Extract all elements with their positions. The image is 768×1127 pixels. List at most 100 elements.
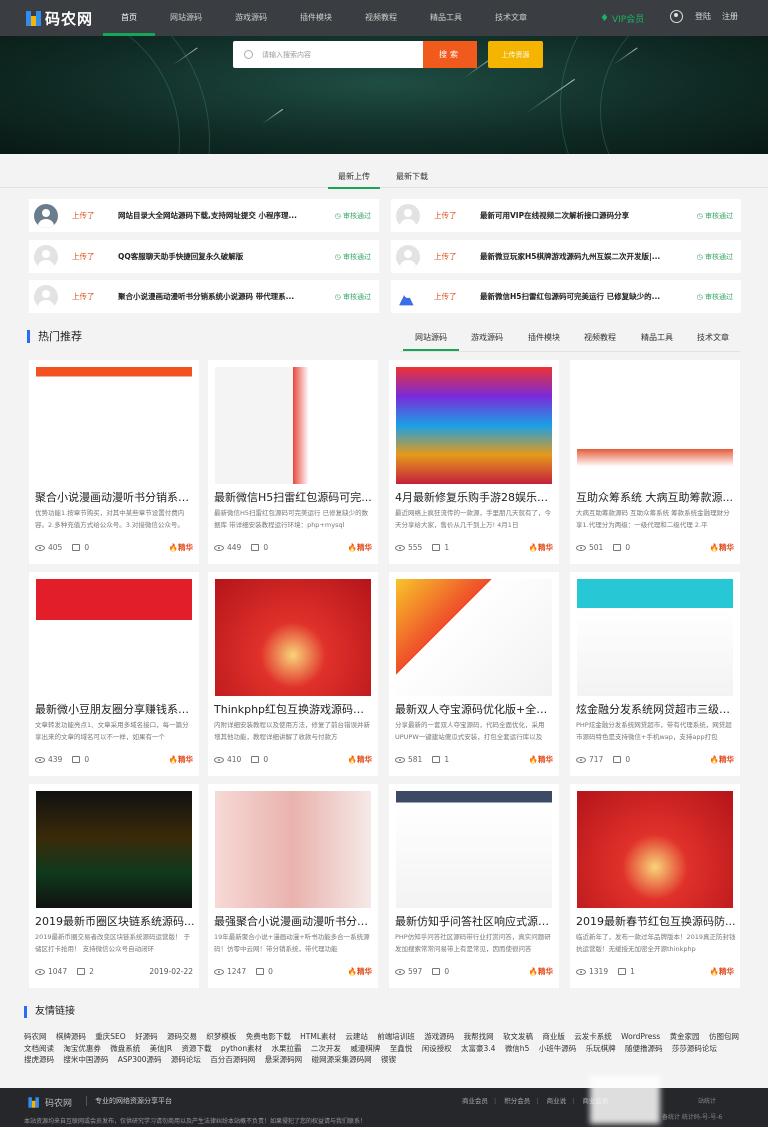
friend-link[interactable]: 软文发稿: [503, 1032, 533, 1041]
resource-card[interactable]: 互助众筹系统 大病互助筹款源... 大病互助筹款源码 互助众筹系统 筹款系统金融…: [570, 360, 740, 564]
friend-link[interactable]: 碰网源采集源码网: [312, 1055, 372, 1064]
nav-game-source[interactable]: 游戏源码: [235, 0, 267, 36]
resource-card[interactable]: 4月最新修复乐购手游28娱乐源... 最近网络上疯狂流传的一款源，手里朋几天就有…: [389, 360, 559, 564]
resource-card[interactable]: 最新微信H5扫雷红包源码可完... 最新微信H5扫雷红包源码可完美运行 已修复缺…: [208, 360, 378, 564]
friend-link[interactable]: 云发卡系统: [574, 1032, 612, 1041]
upload-item[interactable]: ▲ 上传了 最新微信H5扫雷红包源码可完美运行 已修复缺少的... ◷ 审核通过: [391, 280, 741, 313]
resource-card[interactable]: 最新微小豆朋友圈分享赚钱系统... 文章转发功能亮点1、文章采用多域名接口，每一…: [29, 572, 199, 776]
nav-plugins[interactable]: 插件模块: [300, 0, 332, 36]
resource-card[interactable]: 最新仿知乎问答社区响应式源码... PHP仿知乎问答社区源码带行业打赏问答，真实…: [389, 784, 559, 988]
card-title[interactable]: 最新仿知乎问答社区响应式源码...: [395, 913, 555, 929]
resource-card[interactable]: 聚合小说漫画动漫听书分销系统... 优势功能1.按章节购买，对其中某些章节设置付…: [29, 360, 199, 564]
card-thumbnail[interactable]: [396, 367, 552, 484]
friend-link[interactable]: 二次开发: [311, 1044, 341, 1053]
site-logo[interactable]: 码农网: [26, 8, 104, 29]
friend-link[interactable]: 资源下载: [182, 1044, 212, 1053]
tab-videos[interactable]: 视频教程: [584, 332, 616, 349]
friend-link[interactable]: 云建站: [345, 1032, 368, 1041]
friend-link[interactable]: 文档阅读: [24, 1044, 54, 1053]
tab-latest-upload[interactable]: 最新上传: [328, 166, 380, 189]
friend-link[interactable]: 游戏源码: [424, 1032, 454, 1041]
card-thumbnail[interactable]: [215, 367, 371, 484]
tab-plugins[interactable]: 插件模块: [528, 332, 560, 349]
upload-item[interactable]: 上传了 QQ客服聊天助手快捷回复永久破解版 ◷ 审核通过: [29, 240, 379, 273]
footer-link[interactable]: 商业会员: [462, 1097, 488, 1105]
friend-link[interactable]: 源码交易: [167, 1032, 197, 1041]
card-title[interactable]: 2019最新币圈区块链系统源码...: [35, 913, 195, 929]
friend-link[interactable]: 微盘系统: [110, 1044, 140, 1053]
friend-link[interactable]: 微信h5: [505, 1044, 530, 1053]
resource-card[interactable]: 最强聚合小说漫画动漫听书分销... 19年最新聚合小说+漫画动漫+听书功能多合一…: [208, 784, 378, 988]
upload-item[interactable]: 上传了 最新可用VIP在线视频二次解析接口源码分享 ◷ 审核通过: [391, 199, 741, 232]
tab-latest-download[interactable]: 最新下载: [396, 166, 428, 188]
upload-title[interactable]: 最新可用VIP在线视频二次解析接口源码分享: [480, 210, 680, 221]
card-thumbnail[interactable]: [36, 579, 192, 696]
upload-title[interactable]: 最新微信H5扫雷红包源码可完美运行 已修复缺少的...: [480, 291, 680, 302]
friend-link[interactable]: 好源码: [135, 1032, 158, 1041]
nav-tools[interactable]: 精品工具: [430, 0, 462, 36]
friend-link[interactable]: 小班牛源码: [539, 1044, 577, 1053]
footer-link[interactable]: 商业说: [547, 1097, 567, 1105]
card-title[interactable]: 炫金融分发系统网贷超市三级分...: [576, 701, 736, 717]
card-thumbnail[interactable]: [36, 367, 192, 484]
card-title[interactable]: 最新双人夺宝源码优化版+全套...: [395, 701, 555, 717]
friend-link[interactable]: ASP300源码: [118, 1055, 162, 1064]
resource-card[interactable]: 炫金融分发系统网贷超市三级分... PHP炫金融分发系统网贷超市，带有代理系统，…: [570, 572, 740, 776]
friend-link[interactable]: 黄金家园: [670, 1032, 700, 1041]
search-button[interactable]: 搜索: [423, 41, 477, 68]
upload-title[interactable]: QQ客服聊天助手快捷回复永久破解版: [118, 251, 318, 262]
resource-card[interactable]: 最新双人夺宝源码优化版+全套... 分享最新的一套双人夺宝源码，代码全面优化，采…: [389, 572, 559, 776]
friend-link[interactable]: 码农网: [24, 1032, 47, 1041]
card-title[interactable]: Thinkphp红包互换游戏源码免...: [214, 701, 374, 717]
friend-link[interactable]: 源码论坛: [171, 1055, 201, 1064]
nav-articles[interactable]: 技术文章: [495, 0, 527, 36]
friend-link[interactable]: 威漫棋牌: [350, 1044, 380, 1053]
resource-card[interactable]: 2019最新币圈区块链系统源码... 2019最新币圈交易者改变区块链系统源码运…: [29, 784, 199, 988]
friend-link[interactable]: 闲设授权: [422, 1044, 452, 1053]
tab-articles[interactable]: 技术文章: [697, 332, 729, 349]
friend-link[interactable]: 搜米中国源码: [63, 1055, 108, 1064]
card-thumbnail[interactable]: [36, 791, 192, 908]
upload-title[interactable]: 网站目录大全网站源码下载,支持网址提交 小程序理...: [118, 210, 318, 221]
upload-item[interactable]: 上传了 网站目录大全网站源码下载,支持网址提交 小程序理... ◷ 审核通过: [29, 199, 379, 232]
friend-link[interactable]: 棋牌源码: [56, 1032, 86, 1041]
footer-logo[interactable]: 码农网: [26, 1095, 72, 1110]
friend-link[interactable]: 水果拉霸: [272, 1044, 302, 1053]
friend-link[interactable]: 搜虎源码: [24, 1055, 54, 1064]
upload-title[interactable]: 最新微豆玩家H5棋牌游戏源码九州互娱二次开发版|...: [480, 251, 680, 262]
friend-link[interactable]: 淘宝优惠券: [63, 1044, 101, 1053]
nav-website-source[interactable]: 网站源码: [170, 0, 202, 36]
friend-link[interactable]: python素材: [221, 1044, 262, 1053]
friend-link[interactable]: HTML素材: [300, 1032, 336, 1041]
upload-button[interactable]: 上传资源: [488, 41, 543, 68]
card-title[interactable]: 最新微信H5扫雷红包源码可完...: [214, 489, 374, 505]
card-thumbnail[interactable]: [577, 791, 733, 908]
friend-link[interactable]: 重庆SEO: [95, 1032, 125, 1041]
friend-link[interactable]: 织梦模板: [206, 1032, 236, 1041]
friend-link[interactable]: 乐玩棋牌: [586, 1044, 616, 1053]
search-box[interactable]: 请输入搜索内容: [233, 41, 423, 68]
vip-link[interactable]: ♦ VIP会员: [600, 12, 644, 25]
card-title[interactable]: 聚合小说漫画动漫听书分销系统...: [35, 489, 195, 505]
friend-link[interactable]: 锲锲: [381, 1055, 396, 1064]
friend-link[interactable]: 我帮找网: [464, 1032, 494, 1041]
search-input[interactable]: 请输入搜索内容: [262, 50, 311, 60]
card-thumbnail[interactable]: [396, 579, 552, 696]
card-title[interactable]: 4月最新修复乐购手游28娱乐源...: [395, 489, 555, 505]
card-thumbnail[interactable]: [215, 791, 371, 908]
friend-link[interactable]: 莎莎源码论坛: [672, 1044, 717, 1053]
upload-item[interactable]: 上传了 最新微豆玩家H5棋牌游戏源码九州互娱二次开发版|... ◷ 审核通过: [391, 240, 741, 273]
tab-game-source[interactable]: 游戏源码: [471, 332, 503, 349]
card-thumbnail[interactable]: [396, 791, 552, 908]
login-link[interactable]: 登陆: [695, 11, 711, 22]
tab-website-source[interactable]: 网站源码: [403, 332, 459, 351]
friend-link[interactable]: 前端培训班: [377, 1032, 415, 1041]
upload-item[interactable]: 上传了 聚合小说漫画动漫听书分销系统小说源码 带代理系... ◷ 审核通过: [29, 280, 379, 313]
footer-link[interactable]: 积分会员: [504, 1097, 530, 1105]
card-thumbnail[interactable]: [577, 579, 733, 696]
friend-link[interactable]: 悬采源码网: [265, 1055, 303, 1064]
friend-link[interactable]: 百分百源码网: [210, 1055, 255, 1064]
friend-link[interactable]: 免费电影下载: [246, 1032, 291, 1041]
card-title[interactable]: 最强聚合小说漫画动漫听书分销...: [214, 913, 374, 929]
card-title[interactable]: 互助众筹系统 大病互助筹款源...: [576, 489, 736, 505]
